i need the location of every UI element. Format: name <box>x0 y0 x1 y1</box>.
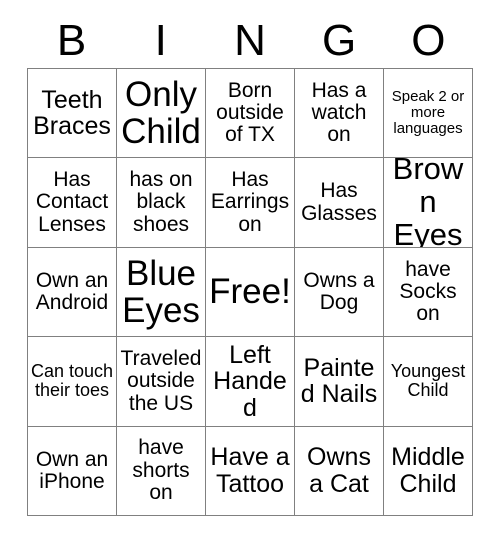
bingo-cell-label: have Socks on <box>399 257 457 326</box>
bingo-cell[interactable]: Has Earrings on <box>206 158 295 248</box>
bingo-cell-label: Have a Tattoo <box>210 443 290 498</box>
bingo-cell[interactable]: has on black shoes <box>117 158 206 248</box>
bingo-cell[interactable]: Can touch their toes <box>28 337 117 427</box>
bingo-cell-label: Youngest Child <box>390 361 466 401</box>
bingo-cell[interactable]: Only Child <box>117 69 206 159</box>
bingo-cell[interactable]: Has a watch on <box>295 69 384 159</box>
bingo-header-letter-g: G <box>322 16 357 65</box>
bingo-cell-label: Has Earrings on <box>210 168 290 236</box>
bingo-cell[interactable]: Teeth Braces <box>28 69 117 159</box>
bingo-cell-label: Teeth Braces <box>33 85 111 141</box>
bingo-cell[interactable]: have Socks on <box>384 247 473 338</box>
bingo-header-letter-i: I <box>154 16 167 65</box>
bingo-cell[interactable]: Has Glasses <box>295 158 384 248</box>
bingo-header-letter-o: O <box>411 16 446 65</box>
bingo-cell[interactable]: have shorts on <box>117 426 206 516</box>
bingo-cell-label: Can touch their toes <box>30 361 114 401</box>
bingo-cell[interactable]: Own an iPhone <box>28 426 117 516</box>
bingo-cell-label: Own an iPhone <box>35 447 109 493</box>
bingo-header-letter-n: N <box>234 16 266 65</box>
bingo-cell-label: Only Child <box>121 75 201 152</box>
bingo-cell-label: Owns a Cat <box>307 443 371 498</box>
bingo-cell-label: Traveled outside the US <box>120 347 202 415</box>
bingo-grid: Teeth Braces Only Child Born outside of … <box>27 68 473 516</box>
bingo-cell[interactable]: Owns a Dog <box>295 247 384 338</box>
bingo-cell[interactable]: Traveled outside the US <box>117 337 206 427</box>
bingo-cell[interactable]: Have a Tattoo <box>206 426 295 516</box>
bingo-cell-label: Born outside of TX <box>216 78 284 147</box>
bingo-cell-label: Brown Eyes <box>392 158 464 248</box>
bingo-cell[interactable]: Left Handed <box>206 337 295 427</box>
bingo-cell-label: Speak 2 or more languages <box>391 88 465 138</box>
bingo-cell-label: have shorts on <box>132 436 190 504</box>
bingo-cell[interactable]: Youngest Child <box>384 337 473 427</box>
bingo-cell-label: Owns a Dog <box>303 268 375 314</box>
bingo-cell-label: Has Glasses <box>301 179 377 225</box>
bingo-header-letter-b: B <box>56 16 87 65</box>
bingo-cell-free[interactable]: Free! <box>206 247 295 338</box>
bingo-cell-label: Left Handed <box>213 340 287 422</box>
bingo-cell-label: Has Contact Lenses <box>35 168 109 236</box>
bingo-cell[interactable]: Blue Eyes <box>117 247 206 338</box>
bingo-cell-label: Free! <box>209 272 291 312</box>
bingo-cell[interactable]: Speak 2 or more languages <box>384 69 473 159</box>
bingo-cell[interactable]: Middle Child <box>384 426 473 516</box>
bingo-cell-label: Painted Nails <box>300 353 378 409</box>
bingo-cell[interactable]: Painted Nails <box>295 337 384 427</box>
bingo-header-row: B I N G O <box>27 14 473 68</box>
bingo-cell-label: Own an Android <box>35 268 109 314</box>
bingo-cell-label: Has a watch on <box>311 78 367 147</box>
bingo-cell-label: Blue Eyes <box>122 253 200 330</box>
bingo-cell-label: Middle Child <box>391 443 465 498</box>
bingo-cell[interactable]: Brown Eyes <box>384 158 473 248</box>
bingo-cell[interactable]: Has Contact Lenses <box>28 158 117 248</box>
bingo-cell[interactable]: Own an Android <box>28 247 117 338</box>
bingo-card: B I N G O Teeth Braces Only Child Born o… <box>0 0 500 544</box>
bingo-cell-label: has on black shoes <box>129 168 193 236</box>
bingo-cell[interactable]: Owns a Cat <box>295 426 384 516</box>
bingo-cell[interactable]: Born outside of TX <box>206 69 295 159</box>
